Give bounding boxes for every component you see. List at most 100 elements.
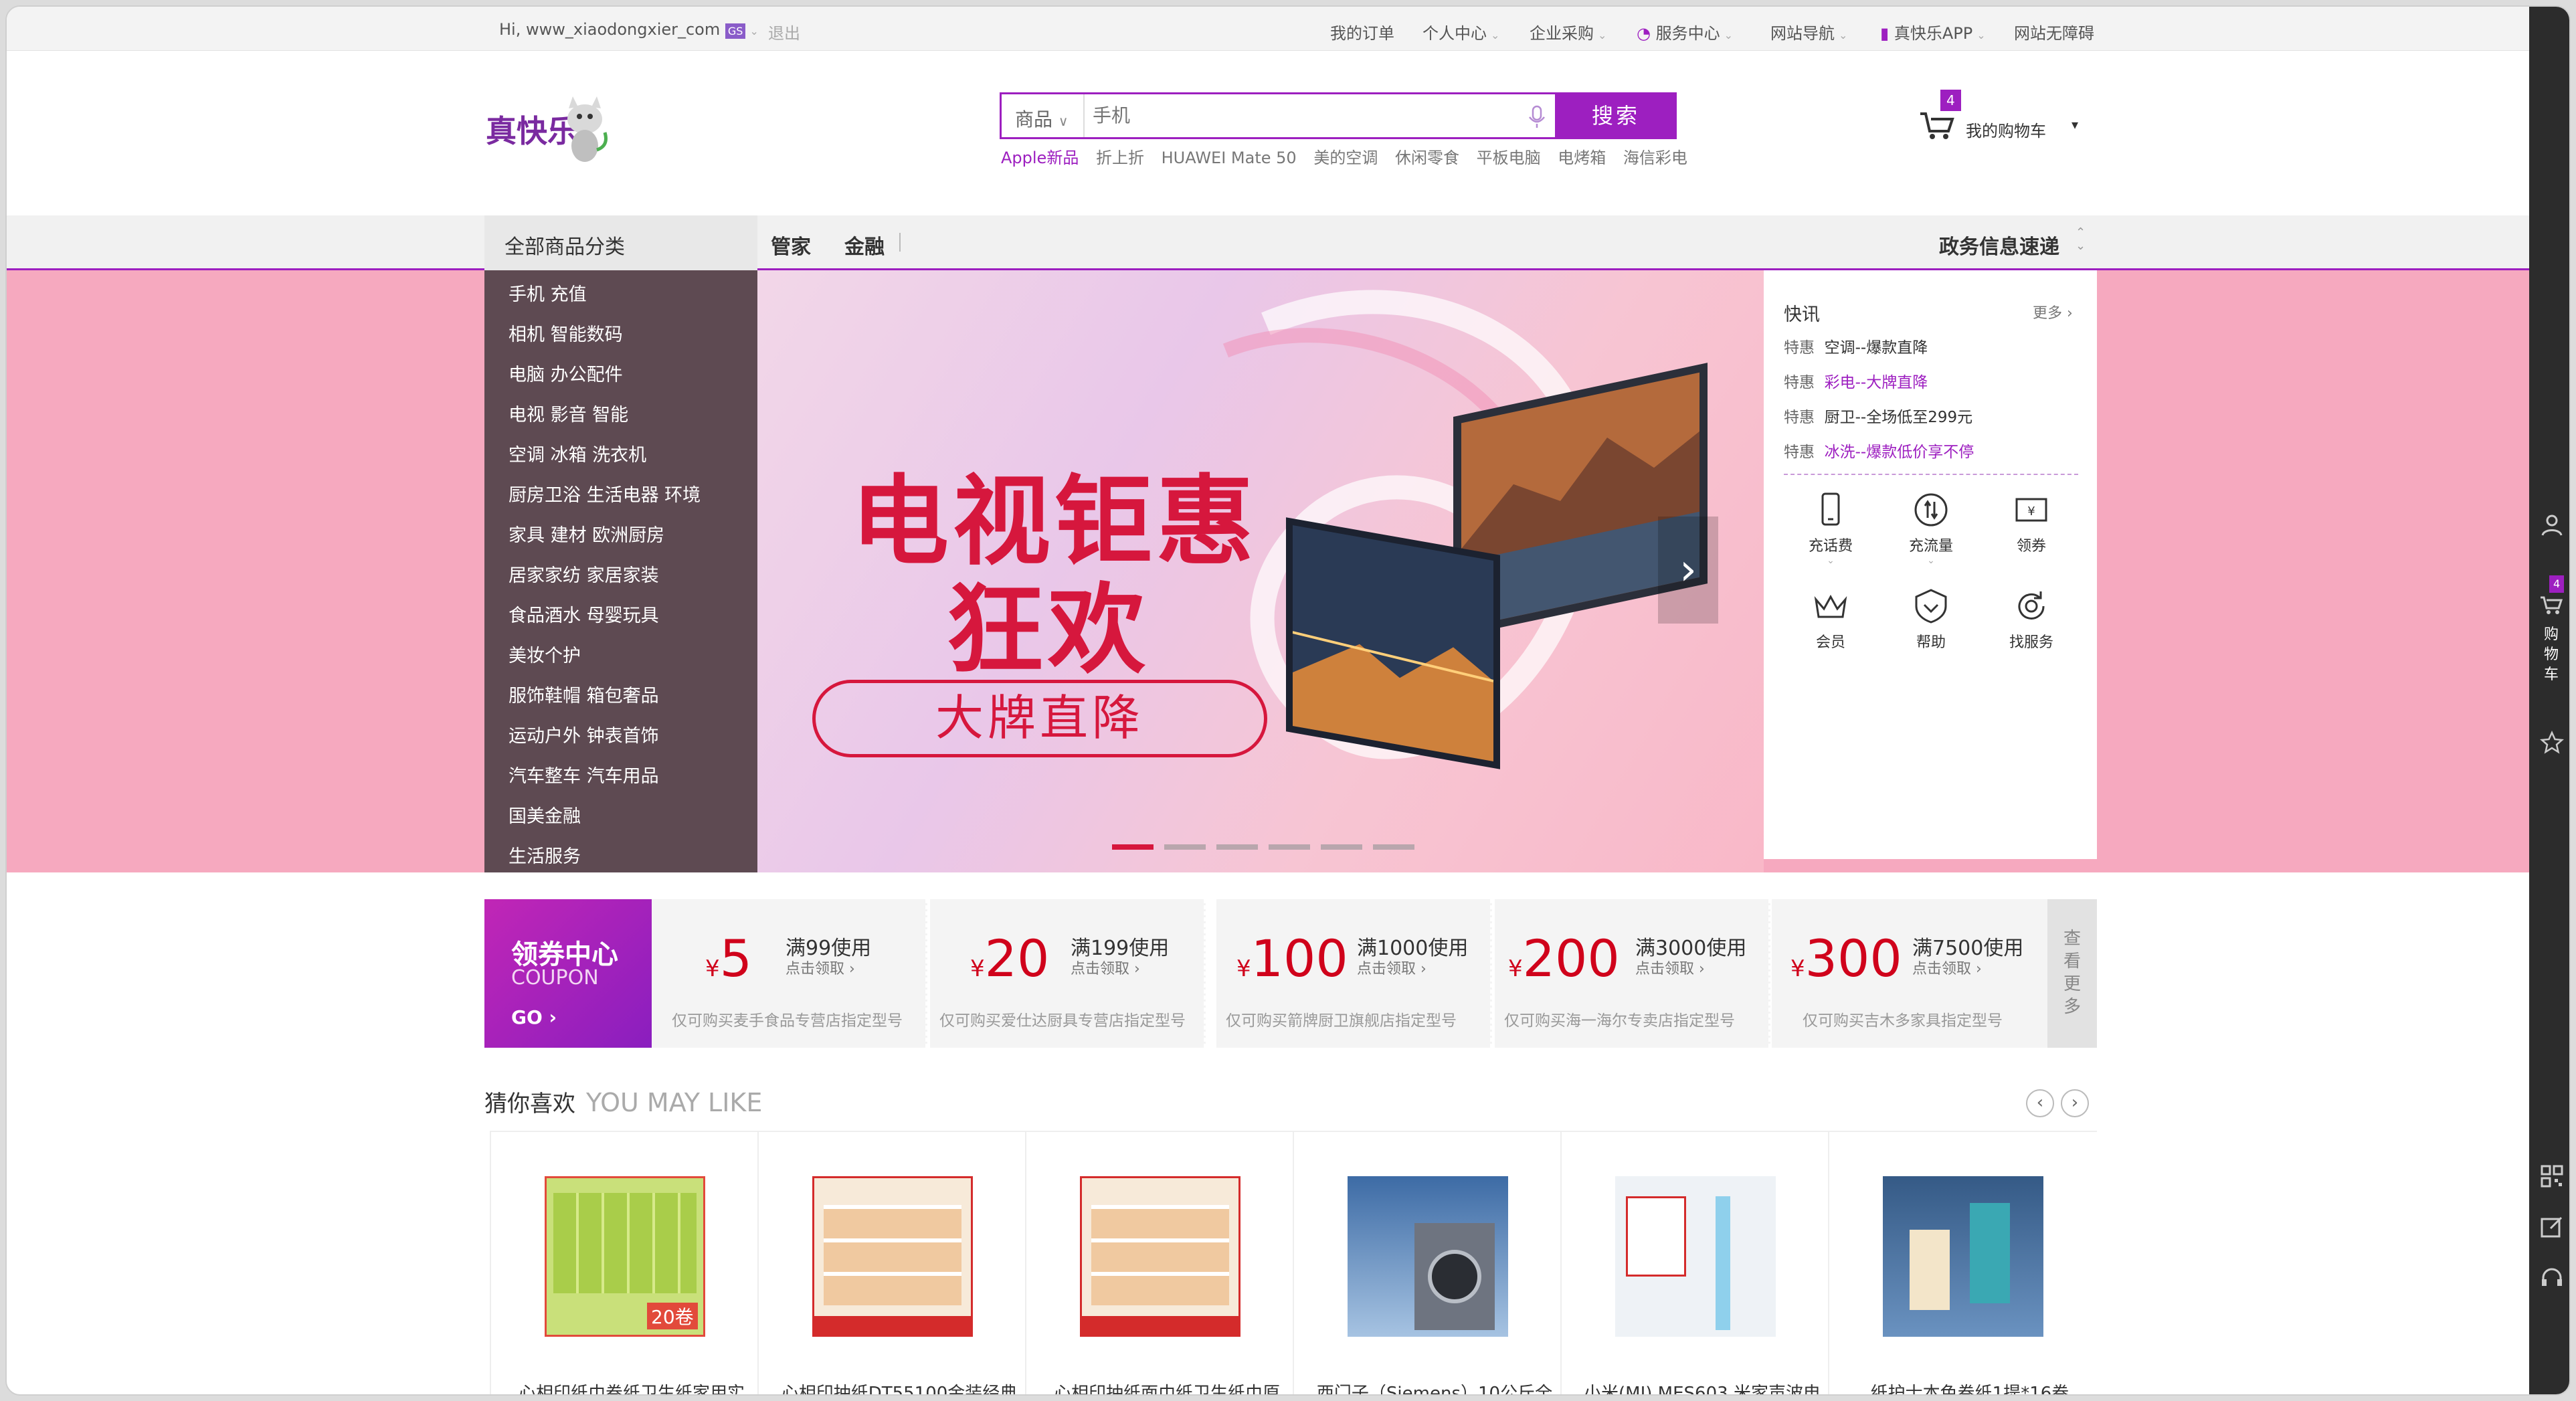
category-item[interactable]: 服饰鞋帽 箱包奢品 [509,681,659,707]
coupon-card[interactable]: ¥20 满199使用 点击领取 › 仅可购买爱仕达厨具专营店指定型号 [930,899,1206,1048]
nav-link-butler[interactable]: 管家 [771,230,811,260]
product-name[interactable]: 小米(MI) MES603 米家声波电 [1582,1380,1823,1394]
product-card[interactable]: 心相印抽纸DT55100金装经典 [759,1132,1026,1394]
category-item[interactable]: 相机 智能数码 [509,320,623,346]
banner-dot[interactable] [1164,844,1206,850]
product-card[interactable]: 心相印抽纸面巾纸卫生纸巾原 [1026,1132,1294,1394]
category-item[interactable]: 汽车整车 汽车用品 [509,761,659,787]
service-link[interactable]: ◔ 服务中心 ⌄ [1637,20,1733,43]
coupon-card[interactable]: ¥200 满3000使用 点击领取 › 仅可购买海一海尔专卖店指定型号 [1495,899,1770,1048]
product-name[interactable]: 纸护士本色卷纸1提*16卷 [1849,1380,2090,1394]
feedback-edit-icon[interactable] [2540,1215,2564,1239]
hotword-link[interactable]: 海信彩电 [1623,149,1687,167]
category-item[interactable]: 食品酒水 母婴玩具 [509,601,659,627]
category-item[interactable]: 居家家纺 家居家装 [509,561,659,587]
nav-link-finance[interactable]: 金融 [844,230,885,260]
banner-dot[interactable] [1269,844,1310,850]
coupon-get-link[interactable]: 点击领取 › [1635,957,1705,978]
product-name[interactable]: 西门子（Siemens）10公斤全 [1314,1380,1555,1394]
category-item[interactable]: 国美金融 [509,802,581,828]
banner-dot[interactable] [1373,844,1414,850]
orders-link[interactable]: 我的订单 [1330,20,1394,43]
nav-divider [899,233,901,252]
scroll-arrows-icon[interactable]: ⌃ ⌄ [2076,226,2086,253]
category-item[interactable]: 厨房卫浴 生活电器 环境 [509,480,701,506]
coupon-card[interactable]: ¥100 满1000使用 点击领取 › 仅可购买箭牌厨卫旗舰店指定型号 [1216,899,1492,1048]
service-recharge-data[interactable]: 充流量 ⌄ [1891,491,1971,578]
coupon-see-more[interactable]: 查看更多 [2047,899,2097,1048]
service-coupon[interactable]: ¥ 领券 [1991,491,2072,578]
hotword-link[interactable]: HUAWEI Mate 50 [1162,149,1297,167]
category-item[interactable]: 手机 充值 [509,280,587,306]
news-divider [1784,474,2078,475]
service-find[interactable]: 找服务 [1991,587,2072,661]
banner-dot[interactable] [1321,844,1362,850]
banner-dot-active[interactable] [1112,844,1154,850]
product-card[interactable]: 纸护士本色卷纸1提*16卷 [1829,1132,2097,1394]
headset-icon[interactable] [2540,1266,2564,1290]
promo-banner[interactable]: 电视钜惠 狂欢 大牌直降 › [757,270,1764,872]
product-card[interactable]: 20卷 心相印纸巾卷纸卫生纸家用实 [491,1132,759,1394]
gov-news-link[interactable]: 政务信息速递 [1939,230,2059,260]
banner-next-arrow[interactable]: › [1658,517,1718,624]
hotword-link[interactable]: 折上折 [1096,149,1144,167]
star-favorites-icon[interactable] [2540,731,2564,755]
category-item[interactable]: 运动户外 钟表首饰 [509,721,659,747]
news-item[interactable]: 特惠 厨卫--全场低至299元 [1784,404,1972,427]
microphone-icon[interactable] [1524,104,1550,130]
coupon-get-link[interactable]: 点击领取 › [1357,957,1427,978]
product-image [1348,1176,1508,1337]
category-item[interactable]: 电脑 办公配件 [509,360,623,386]
product-name[interactable]: 心相印抽纸DT55100金装经典 [779,1380,1020,1394]
service-recharge-phone[interactable]: 充话费 ⌄ [1790,491,1871,578]
news-more-link[interactable]: 更多 › [2033,301,2073,322]
coupon-card[interactable]: ¥300 满7500使用 点击领取 › 仅可购买吉木多家具指定型号 [1772,899,2047,1048]
user-icon[interactable] [2540,512,2564,537]
enterprise-link[interactable]: 企业采购 ⌄ [1530,20,1606,43]
category-item[interactable]: 生活服务 [509,842,581,868]
service-help[interactable]: 帮助 [1891,587,1971,661]
search-input[interactable] [1093,100,1507,132]
category-item[interactable]: 家具 建材 欧洲厨房 [509,521,664,547]
guess-next-button[interactable]: › [2061,1089,2089,1117]
hotword-link[interactable]: Apple新品 [1001,149,1079,167]
product-list: 20卷 心相印纸巾卷纸卫生纸家用实 心相印抽纸DT55100金装经典 心相印抽纸… [490,1131,2097,1394]
hotword-link[interactable]: 平板电脑 [1477,149,1541,167]
product-name[interactable]: 心相印抽纸面巾纸卫生纸巾原 [1046,1380,1287,1394]
coupon-center-card[interactable]: 领券中心 COUPON GO › [484,899,652,1048]
category-item[interactable]: 电视 影音 智能 [509,400,628,426]
service-member[interactable]: 会员 [1790,587,1871,661]
news-item[interactable]: 特惠 空调--爆款直降 [1784,335,1928,357]
coupon-amount: ¥200 [1508,929,1620,988]
chevron-down-icon[interactable]: ⌄ [749,25,758,37]
site-logo[interactable]: 真快乐 [484,90,618,170]
product-card[interactable]: 小米(MI) MES603 米家声波电 [1562,1132,1829,1394]
rail-cart-button[interactable]: 4 购物车 [2529,575,2569,709]
qr-code-icon[interactable] [2540,1164,2564,1188]
search-category-select[interactable]: 商品 ∨ [1002,94,1085,137]
category-item[interactable]: 美妆个护 [509,641,581,667]
hotword-link[interactable]: 电烤箱 [1558,149,1606,167]
coupon-go-link[interactable]: GO › [511,1006,557,1028]
coupon-card[interactable]: ¥5 满99使用 点击领取 › 仅可购买麦手食品专营店指定型号 [652,899,927,1048]
accessibility-link[interactable]: 网站无障碍 [2014,20,2094,43]
search-button[interactable]: 搜索 [1555,92,1677,139]
product-name[interactable]: 心相印纸巾卷纸卫生纸家用实 [511,1380,752,1394]
coupon-get-link[interactable]: 点击领取 › [786,957,855,978]
app-link[interactable]: ▮ 真快乐APP ⌄ [1880,20,1986,43]
site-nav-link[interactable]: 网站导航 ⌄ [1770,20,1847,43]
category-item[interactable]: 空调 冰箱 洗衣机 [509,440,646,466]
hotword-link[interactable]: 美的空调 [1313,149,1378,167]
guess-prev-button[interactable]: ‹ [2026,1089,2054,1117]
all-categories-tab[interactable]: 全部商品分类 [484,215,757,270]
logout-link[interactable]: 退出 [768,20,800,43]
account-link[interactable]: 个人中心 ⌄ [1422,20,1499,43]
cart-button[interactable]: 4 我的购物车 ▾ [1919,90,2093,145]
news-item[interactable]: 特惠 冰洗--爆款低价享不停 [1784,439,1974,462]
news-item[interactable]: 特惠 彩电--大牌直降 [1784,369,1928,392]
product-card[interactable]: 西门子（Siemens）10公斤全 [1294,1132,1562,1394]
banner-dot[interactable] [1216,844,1258,850]
coupon-get-link[interactable]: 点击领取 › [1912,957,1982,978]
coupon-get-link[interactable]: 点击领取 › [1071,957,1140,978]
hotword-link[interactable]: 休闲零食 [1395,149,1459,167]
